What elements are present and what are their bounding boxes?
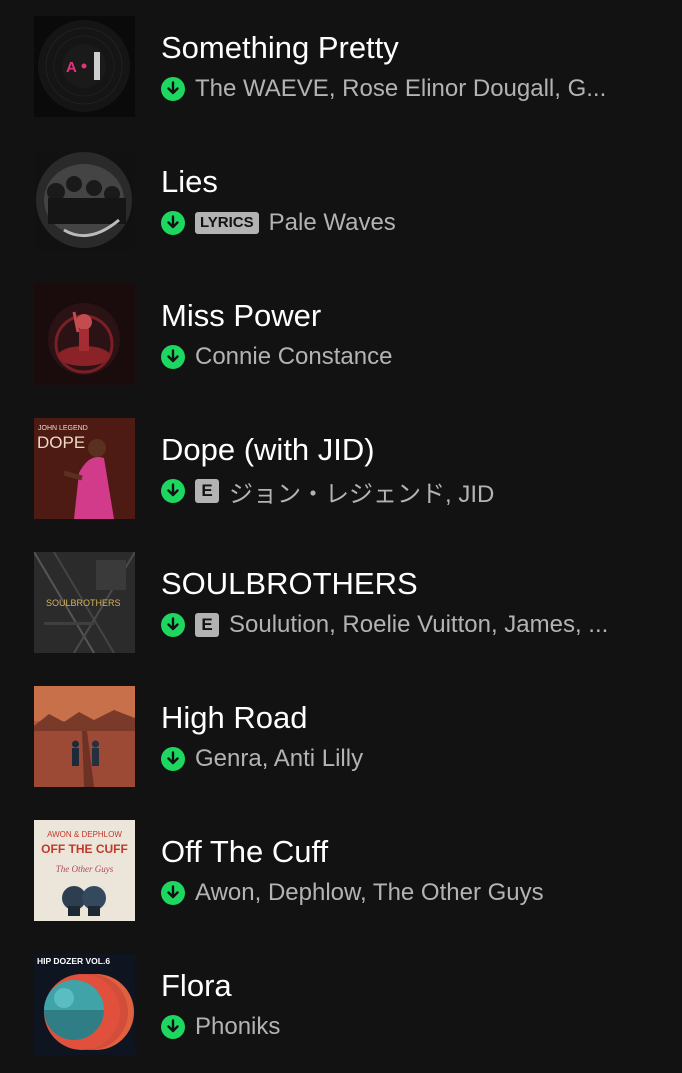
downloaded-icon — [161, 479, 185, 503]
downloaded-icon — [161, 613, 185, 637]
track-row[interactable]: High Road Genra, Anti Lilly — [0, 670, 682, 804]
downloaded-icon — [161, 747, 185, 771]
album-art — [34, 284, 135, 385]
lyrics-badge: LYRICS — [195, 212, 259, 234]
track-title: Something Pretty — [161, 30, 399, 65]
track-meta: E Soulution, Roelie Vuitton, James, ... — [161, 610, 608, 640]
art-text: AWON & DEPHLOW — [47, 830, 122, 839]
art-text: OFF THE CUFF — [41, 842, 128, 856]
track-row[interactable]: HIP DOZER VOL.6 Flora Phoniks — [0, 938, 682, 1072]
downloaded-icon — [161, 345, 185, 369]
track-row[interactable]: Lies LYRICS Pale Waves — [0, 134, 682, 268]
track-row[interactable]: JOHN LEGEND DOPE Dope (with JID) E ジョン・レ… — [0, 402, 682, 536]
track-artists: Connie Constance — [195, 343, 393, 370]
track-artists: The WAEVE, Rose Elinor Dougall, G... — [195, 75, 607, 102]
downloaded-icon — [161, 881, 185, 905]
track-meta: E ジョン・レジェンド, JID — [161, 476, 495, 508]
track-meta: The WAEVE, Rose Elinor Dougall, G... — [161, 74, 606, 104]
track-list: A Something Pretty The WAEVE, Rose Elino… — [0, 0, 682, 1073]
track-meta: Phoniks — [161, 1012, 280, 1042]
art-text: The Other Guys — [56, 864, 114, 874]
explicit-badge: E — [195, 479, 219, 503]
album-art: SOULBROTHERS — [34, 552, 135, 653]
explicit-badge: E — [195, 613, 219, 637]
track-meta: Awon, Dephlow, The Other Guys — [161, 878, 544, 908]
art-text: JOHN LEGEND — [38, 425, 88, 432]
downloaded-icon — [161, 211, 185, 235]
album-art — [34, 150, 135, 251]
art-text: HIP DOZER VOL.6 — [37, 956, 110, 966]
track-artists: Awon, Dephlow, The Other Guys — [195, 879, 544, 906]
track-artists: Genra, Anti Lilly — [195, 745, 364, 772]
album-art: JOHN LEGEND DOPE — [34, 418, 135, 519]
svg-text:A: A — [66, 59, 77, 76]
track-artists: Phoniks — [195, 1013, 281, 1040]
track-title: Dope (with JID) — [161, 432, 375, 467]
album-art — [34, 686, 135, 787]
track-title: Miss Power — [161, 298, 322, 333]
downloaded-icon — [161, 1015, 185, 1039]
track-row[interactable]: Miss Power Connie Constance — [0, 268, 682, 402]
track-title: Flora — [161, 968, 232, 1003]
track-title: Off The Cuff — [161, 834, 329, 869]
downloaded-icon — [161, 77, 185, 101]
art-text: DOPE — [37, 433, 85, 452]
track-meta: LYRICS Pale Waves — [161, 208, 396, 238]
track-meta: Connie Constance — [161, 342, 392, 372]
track-artists: Soulution, Roelie Vuitton, James, ... — [229, 611, 609, 638]
track-title: SOULBROTHERS — [161, 566, 418, 601]
track-title: Lies — [161, 164, 218, 199]
album-art: AWON & DEPHLOW OFF THE CUFF The Other Gu… — [34, 820, 135, 921]
track-artists: Pale Waves — [268, 209, 396, 236]
track-row[interactable]: A Something Pretty The WAEVE, Rose Elino… — [0, 0, 682, 134]
album-art: A — [34, 16, 135, 117]
track-row[interactable]: AWON & DEPHLOW OFF THE CUFF The Other Gu… — [0, 804, 682, 938]
track-meta: Genra, Anti Lilly — [161, 744, 363, 774]
art-text: SOULBROTHERS — [46, 598, 121, 608]
album-art: HIP DOZER VOL.6 — [34, 954, 135, 1055]
track-title: High Road — [161, 700, 308, 735]
track-artists: ジョン・レジェンド, JID — [229, 480, 495, 508]
track-row[interactable]: SOULBROTHERS SOULBROTHERS E Soulution, R… — [0, 536, 682, 670]
